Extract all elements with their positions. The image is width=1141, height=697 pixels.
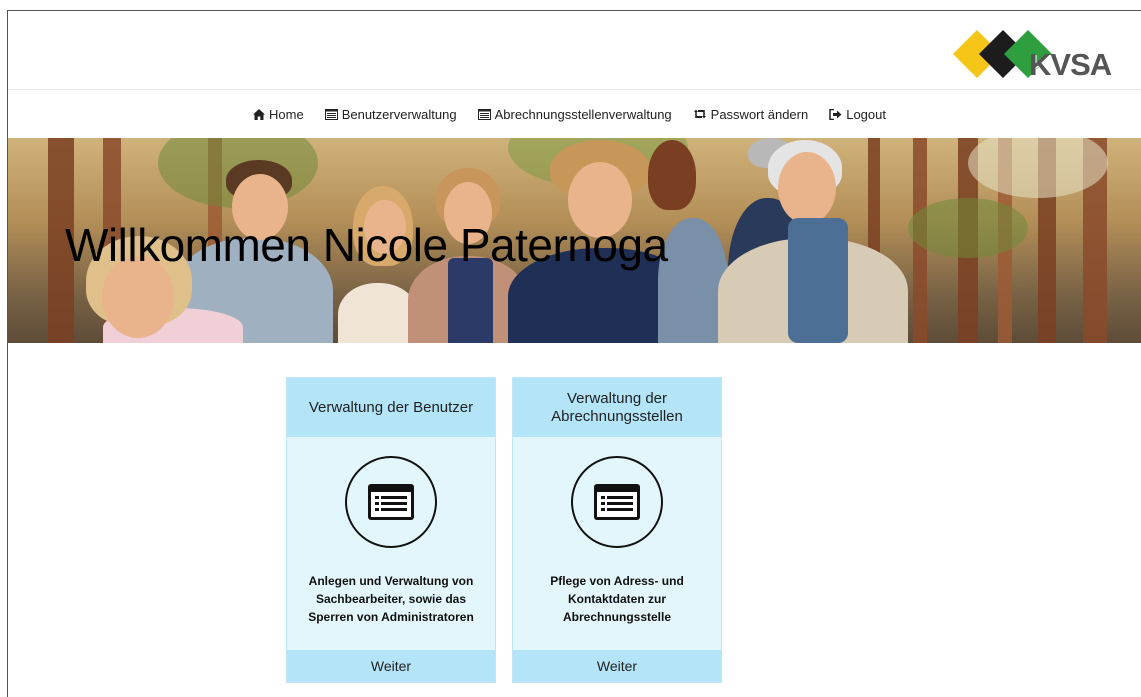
card-benutzer-weiter-button[interactable]: Weiter: [287, 650, 495, 682]
card-benutzer-title: Verwaltung der Benutzer: [287, 378, 495, 437]
retweet-icon: [693, 109, 706, 119]
card-benutzer-icon-circle: [345, 456, 437, 548]
list-icon: [324, 108, 338, 120]
kvsa-logo[interactable]: KVSA: [952, 27, 1123, 82]
card-benutzer-description: Anlegen und Verwaltung von Sachbearbeite…: [308, 574, 474, 624]
hero-banner: Willkommen Nicole Paternoga: [8, 138, 1141, 343]
card-abrechnungsstellen-weiter-button[interactable]: Weiter: [513, 650, 721, 682]
card-abrechnungsstellen-title: Verwaltung der Abrechnungsstellen: [513, 378, 721, 437]
nav-home-label: Home: [269, 106, 304, 122]
card-abrechnungsstellen[interactable]: Verwaltung der Abrechnungsstellen Pflege…: [512, 377, 722, 683]
list-icon: [594, 484, 640, 520]
card-benutzer-body: Anlegen und Verwaltung von Sachbearbeite…: [287, 437, 495, 650]
main-nav: Home Benutzerverwaltung Abrechnungsstell…: [8, 90, 1141, 138]
welcome-title: Willkommen Nicole Paternoga: [65, 219, 668, 271]
nav-abrechnungsstellenverwaltung[interactable]: Abrechnungsstellenverwaltung: [477, 106, 672, 122]
list-icon: [477, 108, 491, 120]
list-icon: [368, 484, 414, 520]
nav-logout-label: Logout: [846, 106, 886, 122]
nav-passwort-aendern[interactable]: Passwort ändern: [693, 106, 809, 122]
nav-abrechnungsstellenverwaltung-label: Abrechnungsstellenverwaltung: [494, 106, 672, 122]
logo-text: KVSA: [1029, 47, 1112, 82]
header: KVSA: [8, 11, 1141, 90]
card-benutzer[interactable]: Verwaltung der Benutzer Anlegen und Verw…: [286, 377, 496, 683]
nav-passwort-aendern-label: Passwort ändern: [710, 106, 809, 122]
nav-benutzerverwaltung[interactable]: Benutzerverwaltung: [324, 106, 457, 122]
card-abrechnungsstellen-icon-circle: [571, 456, 663, 548]
card-abrechnungsstellen-description: Pflege von Adress- und Kontaktdaten zur …: [550, 574, 684, 624]
cards-row: Verwaltung der Benutzer Anlegen und Verw…: [286, 377, 722, 683]
logout-icon: [829, 108, 842, 120]
card-abrechnungsstellen-body: Pflege von Adress- und Kontaktdaten zur …: [513, 437, 721, 650]
nav-home[interactable]: Home: [253, 107, 304, 122]
home-icon: [253, 108, 265, 120]
nav-benutzerverwaltung-label: Benutzerverwaltung: [341, 106, 457, 122]
nav-logout[interactable]: Logout: [829, 107, 886, 122]
